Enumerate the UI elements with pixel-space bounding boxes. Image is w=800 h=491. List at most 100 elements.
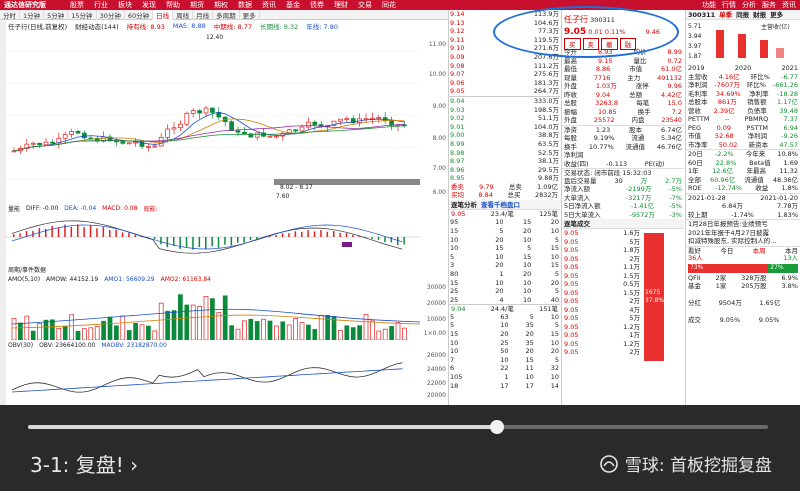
menu-item[interactable]: 同花	[382, 1, 396, 9]
tab-period[interactable]: 多周期	[213, 9, 240, 20]
tab-period[interactable]: 15分钟	[68, 9, 97, 20]
menu-item[interactable]: 期权	[214, 1, 228, 9]
tick-cell: 1.1万	[623, 263, 640, 271]
kline-chart[interactable]	[6, 31, 420, 203]
data-row: 昨收 9.04 总额 4.42亿	[562, 91, 684, 100]
poll-tab[interactable]: 本月	[785, 247, 798, 255]
menu-item[interactable]: 分析	[742, 0, 756, 10]
menu-item[interactable]: 基金	[286, 1, 300, 9]
menu-item[interactable]: 资讯	[262, 1, 276, 9]
volume-chart[interactable]	[6, 284, 420, 340]
table-cell: 113.9万	[533, 10, 559, 18]
tick-area: 9.05 1.6万 9.05 5万 9.05 1.8万 9.05 2万 9.05 1.1万 9.05…	[562, 229, 684, 361]
tab-period[interactable]: 周线	[173, 9, 194, 20]
tab-depth[interactable]: 查看千档盘口	[481, 200, 520, 209]
candle-body	[165, 128, 170, 138]
data-cell: 2.7万	[665, 176, 682, 185]
table-row: 9.08 111.2万	[449, 62, 560, 71]
tab-side[interactable]: 更多	[770, 10, 783, 19]
volume-bar	[107, 316, 113, 340]
data-row	[686, 308, 800, 317]
tab-period[interactable]: 30分钟	[97, 9, 125, 20]
tick-cell: 2万	[629, 348, 640, 356]
menu-item[interactable]: 资讯	[782, 0, 796, 10]
data-cell: 9.15	[598, 56, 613, 65]
table-row: 10 15 5 15	[449, 244, 560, 253]
tab-side[interactable]: 同报	[736, 10, 749, 19]
menu-item[interactable]: 股票	[70, 1, 84, 9]
menu-item[interactable]: 板块	[118, 1, 132, 9]
poll-tab[interactable]: 本周	[753, 247, 766, 255]
menu-item[interactable]: 期货	[190, 1, 204, 9]
menu-item[interactable]: 发现	[142, 1, 156, 9]
table-cell: 25	[450, 295, 459, 304]
tab-period[interactable]: 月线	[193, 9, 214, 20]
data-cell: 60日	[688, 158, 703, 167]
table-cell: 8.99	[450, 139, 465, 148]
menu-item[interactable]: 行情	[722, 0, 736, 10]
tab-period[interactable]: 1分钟	[20, 9, 45, 20]
obv-y-axis: 26000 24000 22000 20000	[420, 350, 448, 402]
macd-bar	[115, 229, 117, 237]
macd-bar	[326, 231, 329, 237]
menu-item[interactable]: 理财	[334, 1, 348, 9]
macd-bar	[377, 237, 380, 240]
menu-item[interactable]: 行业	[94, 1, 108, 9]
tab-tick-analysis[interactable]: 逐笔分析	[451, 200, 477, 209]
table-cell: 15	[522, 218, 532, 227]
volume-bar	[30, 330, 36, 340]
data-row	[686, 291, 800, 300]
tab-period-active[interactable]: 日线	[153, 9, 174, 20]
data-cell: 今开	[564, 48, 577, 56]
tab-period[interactable]: 5分钟	[44, 9, 69, 20]
table-cell: 9.00	[450, 131, 465, 140]
data-cell: 2.39亿	[713, 106, 735, 115]
progress-track[interactable]	[28, 425, 768, 429]
tab-period[interactable]: 更多	[240, 9, 260, 20]
news-item[interactable]: 2021年年报于4月27日披露	[686, 229, 800, 238]
progress-handle[interactable]	[490, 420, 504, 434]
news-list: 1月28日年报预告:业绩预亏 2021年年报于4月27日披露 扣减特殊股东, 实…	[686, 219, 800, 246]
data-cell: 净利率	[749, 89, 769, 98]
tab-period[interactable]: 60分钟	[125, 9, 154, 20]
table-cell: 10	[522, 287, 532, 296]
news-item[interactable]: 扣减特殊股东, 实际控制人的...	[686, 237, 800, 246]
table-cell: 20	[550, 218, 559, 227]
data-row: 2021-01-28 2021-01-20	[686, 194, 800, 203]
menu-item[interactable]: 债券	[310, 1, 324, 9]
candle-body	[274, 135, 279, 138]
data-row: 分红 9504万 1.65亿	[686, 299, 800, 308]
data-cell: 52.68	[715, 132, 734, 140]
data-cell: 全部	[688, 175, 701, 184]
macd-bar	[102, 227, 105, 237]
candle-body	[37, 142, 42, 146]
menu-item[interactable]: 功能	[702, 0, 716, 10]
menu-item[interactable]: 交易	[358, 1, 372, 9]
macd-chart[interactable]	[6, 212, 420, 262]
poll-tab[interactable]: 今日	[720, 247, 733, 255]
tick-header-label: 逐笔成交	[564, 220, 590, 228]
tab-side[interactable]: 财报	[753, 10, 766, 19]
tab-side[interactable]: 单季	[719, 10, 732, 19]
range-value: 8.02 - 8.17	[280, 184, 313, 191]
table-cell: 181.3万	[533, 78, 559, 87]
table-cell: 8.97	[450, 157, 465, 166]
data-cell: 6.94	[783, 123, 798, 132]
volume-bar	[286, 324, 292, 340]
poll-label: 看好	[688, 246, 701, 255]
sell-button[interactable]: 卖	[582, 38, 599, 50]
data-cell: 负债率	[747, 106, 767, 115]
menu-item[interactable]: 数据	[238, 1, 252, 9]
obv-label: OBV(30)	[8, 342, 34, 349]
video-caption[interactable]: 3-1: 复盘! ›	[30, 449, 138, 478]
menu-item[interactable]: 服务	[762, 0, 776, 10]
macd-bar	[128, 232, 130, 237]
macd-bar	[179, 237, 181, 249]
table-cell: 10	[550, 338, 559, 347]
data-cell: 9.19%	[593, 134, 615, 142]
news-item[interactable]: 1月28日年报预告:业绩预亏	[686, 220, 800, 229]
tick-list[interactable]: 9.05 1.6万 9.05 5万 9.05 1.8万 9.05 2万 9.05 1.1万 9.05…	[562, 229, 642, 357]
menu-item[interactable]: 帮助	[166, 1, 180, 9]
tab-period[interactable]: 分时	[0, 9, 20, 20]
obv-chart[interactable]	[6, 350, 420, 402]
